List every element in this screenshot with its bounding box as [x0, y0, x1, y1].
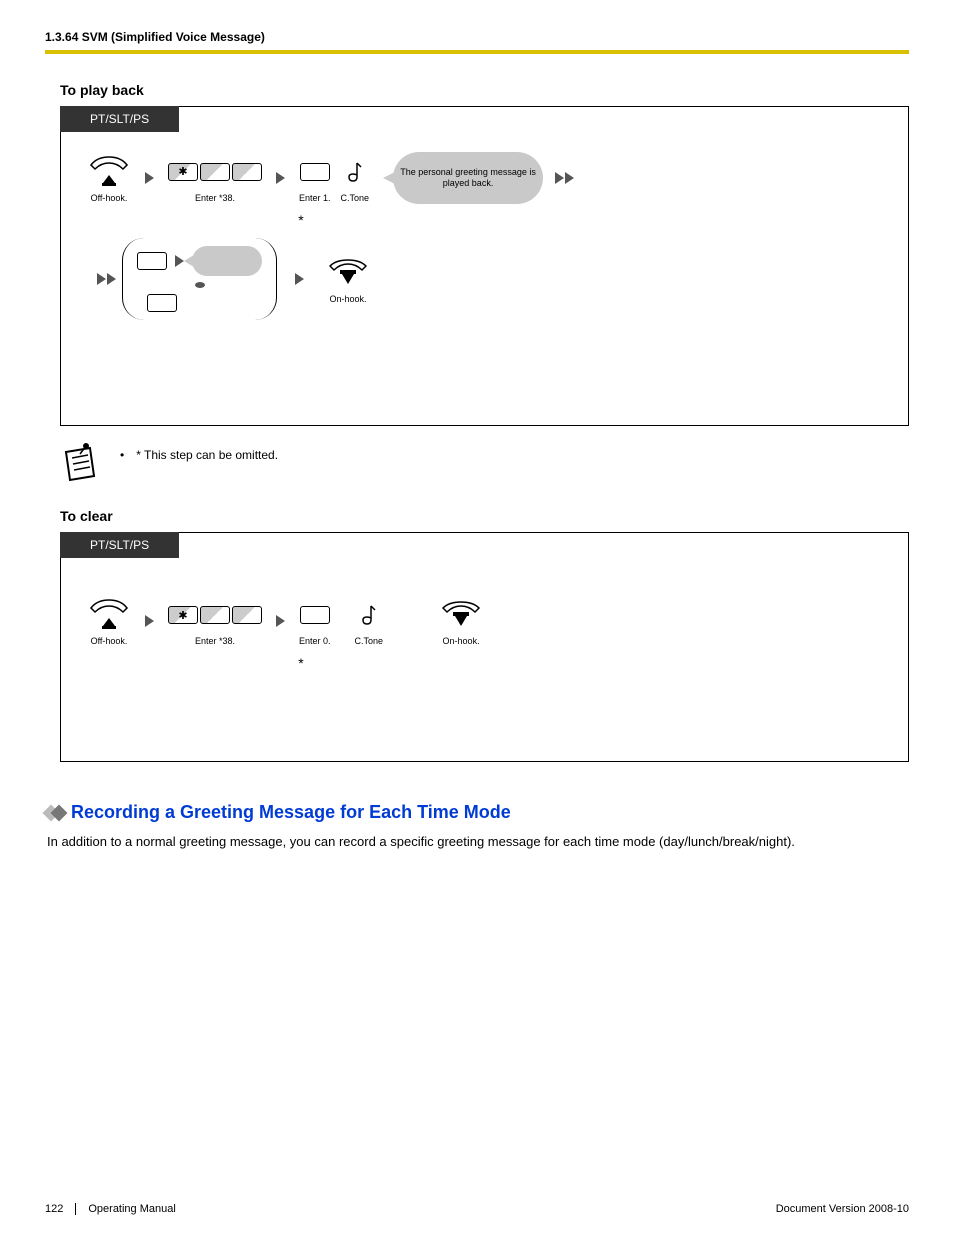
clear-diagram: PT/SLT/PS Off-hook. ✱ 3 — [60, 532, 909, 762]
onhook-icon — [439, 596, 483, 634]
bullet: • — [120, 448, 124, 462]
offhook-label: Off-hook. — [91, 193, 128, 204]
diagram-tab: PT/SLT/PS — [60, 106, 179, 132]
section-title: SVM (Simplified Voice Message) — [82, 30, 265, 44]
double-arrow-icon — [555, 172, 574, 184]
offhook-icon — [87, 153, 131, 191]
key-8: 8 — [232, 163, 262, 181]
enter-code-label: Enter *38. — [195, 193, 235, 204]
diagram-tab: PT/SLT/PS — [60, 532, 179, 558]
key-3: 3 — [200, 606, 230, 624]
enter0-label: Enter 0. — [299, 636, 331, 647]
section-body: In addition to a normal greeting message… — [47, 833, 909, 851]
key-2: 2 — [147, 294, 177, 312]
key-0: 0 — [300, 606, 330, 624]
arrow-icon — [295, 273, 304, 285]
speech-bubble-small: Record a greeting message. — [192, 246, 262, 276]
asterisk-mark: * — [201, 212, 401, 228]
arrow-icon — [276, 172, 285, 184]
speech-bubble: The personal greeting message is played … — [393, 152, 543, 204]
speech-text: The personal greeting message is played … — [393, 167, 543, 189]
page-header: 1.3.64 SVM (Simplified Voice Message) — [45, 30, 909, 50]
offhook-icon — [87, 596, 131, 634]
onhook-icon — [326, 254, 370, 292]
key-1: 1 — [137, 252, 167, 270]
section-heading: Recording a Greeting Message for Each Ti… — [45, 802, 909, 823]
arrow-icon — [175, 255, 184, 267]
tone-icon — [361, 596, 377, 634]
option-group: 1 Enter 1. Record a greeting message. OR… — [122, 238, 277, 320]
keypad-icon: ✱ 3 8 — [168, 606, 262, 624]
double-arrow-icon — [97, 273, 116, 285]
arrow-icon — [145, 615, 154, 627]
key-3: 3 — [200, 163, 230, 181]
doc-version: Document Version 2008-10 — [776, 1203, 909, 1215]
manual-name: Operating Manual — [76, 1203, 175, 1215]
enter-code-label: Enter *38. — [195, 636, 235, 647]
tone-label: C.Tone — [355, 636, 384, 647]
section-number: 1.3.64 — [45, 30, 78, 44]
note-text: * This step can be omitted. — [136, 448, 278, 462]
key-star: ✱ — [168, 606, 198, 624]
page-footer: 122 Operating Manual Document Version 20… — [45, 1203, 909, 1215]
or-divider: OR — [137, 282, 262, 288]
key-8: 8 — [232, 606, 262, 624]
diamond-bullet-icon — [45, 807, 61, 819]
playback-heading: To play back — [60, 82, 909, 98]
clear-heading: To clear — [60, 508, 909, 524]
onhook-label: On-hook. — [443, 636, 480, 647]
tone-label: C.Tone — [341, 193, 370, 204]
header-rule — [45, 50, 909, 54]
key-1: 1 — [300, 163, 330, 181]
onhook-label: On-hook. — [329, 294, 366, 305]
note-row: • * This step can be omitted. — [60, 442, 909, 484]
tone-icon — [347, 153, 363, 191]
offhook-label: Off-hook. — [91, 636, 128, 647]
enter1-label: Enter 1. — [299, 193, 331, 204]
page-number: 122 — [45, 1203, 76, 1215]
key-star: ✱ — [168, 163, 198, 181]
note-icon — [60, 442, 100, 484]
keypad-icon: ✱ 3 8 — [168, 163, 262, 181]
section-heading-text: Recording a Greeting Message for Each Ti… — [71, 802, 511, 823]
playback-diagram: PT/SLT/PS Off-hook. ✱ 3 — [60, 106, 909, 426]
asterisk-mark: * — [201, 655, 401, 671]
arrow-icon — [145, 172, 154, 184]
arrow-icon — [276, 615, 285, 627]
